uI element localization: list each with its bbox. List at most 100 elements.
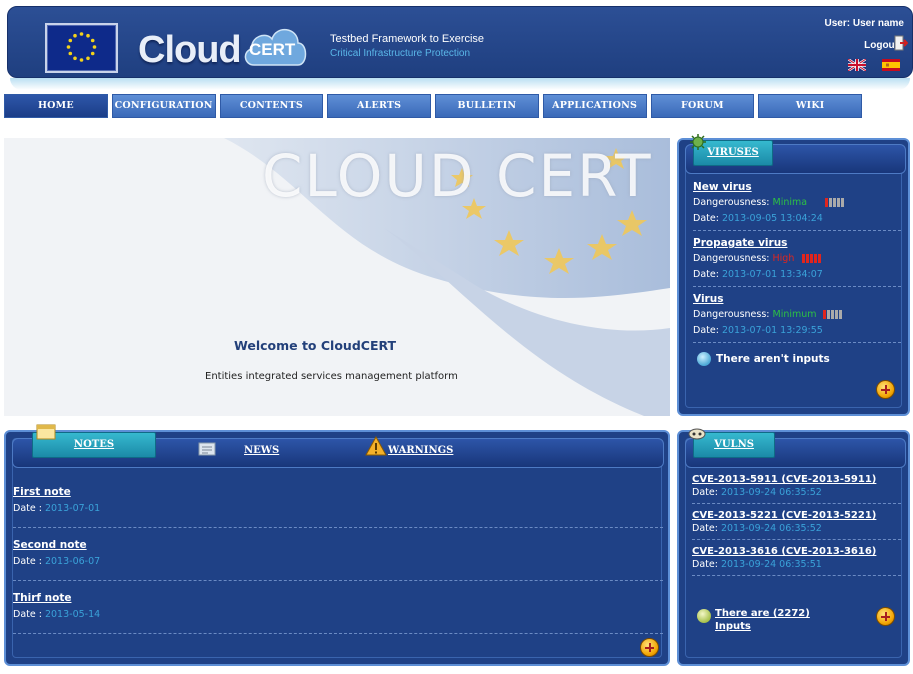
danger-value: Minima bbox=[772, 197, 808, 208]
divider bbox=[13, 633, 663, 634]
note-icon bbox=[36, 424, 56, 440]
nav-alerts[interactable]: ALERTS bbox=[327, 94, 431, 118]
vuln-item-date: Date: 2013-09-24 06:35:52 bbox=[692, 487, 822, 498]
date-value: 2013-07-01 13:29:55 bbox=[721, 325, 823, 336]
divider bbox=[692, 575, 901, 576]
header-glow bbox=[10, 78, 910, 90]
welcome-subtitle: Entities integrated services management … bbox=[205, 371, 458, 382]
logout-link[interactable]: Logout bbox=[864, 40, 898, 51]
warning-icon bbox=[365, 436, 387, 456]
danger-value: High bbox=[772, 253, 795, 264]
note-item-title[interactable]: Thirf note bbox=[13, 592, 71, 604]
virus-item-date: Date: 2013-07-01 13:29:55 bbox=[693, 325, 823, 336]
vuln-item-title[interactable]: CVE-2013-5911 (CVE-2013-5911) bbox=[692, 474, 876, 485]
virus-item-danger: Dangerousness: Minima bbox=[693, 197, 845, 208]
virus-item-danger: Dangerousness: Minimum bbox=[693, 309, 842, 320]
date-value: 2013-05-14 bbox=[44, 609, 101, 620]
nav-configuration[interactable]: CONFIGURATION bbox=[111, 94, 216, 118]
nav-contents[interactable]: CONTENTS bbox=[219, 94, 324, 118]
viruses-panel: VIRUSES New virus Dangerousness: Minima … bbox=[677, 134, 910, 416]
divider bbox=[13, 527, 663, 528]
virus-item-title[interactable]: New virus bbox=[693, 181, 752, 193]
vuln-item-date: Date: 2013-09-24 06:35:51 bbox=[692, 559, 822, 570]
tab-news[interactable]: NEWS bbox=[244, 445, 279, 456]
spain-flag-icon[interactable] bbox=[882, 59, 900, 71]
cloudcert-logo[interactable]: Cloud CERT bbox=[138, 21, 308, 77]
virus-item-danger: Dangerousness: High bbox=[693, 253, 822, 264]
user-label: User: User name bbox=[824, 18, 904, 29]
date-value: 2013-09-05 13:04:24 bbox=[721, 213, 823, 224]
divider bbox=[693, 342, 901, 343]
vuln-item-title[interactable]: CVE-2013-3616 (CVE-2013-3616) bbox=[692, 546, 876, 557]
tagline-line2: Critical Infrastructure Protection bbox=[330, 48, 471, 59]
tab-warnings[interactable]: WARNINGS bbox=[388, 445, 453, 456]
info-icon bbox=[697, 352, 711, 366]
vuln-item-title[interactable]: CVE-2013-5221 (CVE-2013-5221) bbox=[692, 510, 876, 521]
viruses-more-button[interactable] bbox=[876, 380, 895, 399]
nav-home[interactable]: HOME bbox=[4, 94, 108, 118]
notes-panel-frame bbox=[12, 438, 662, 658]
date-value: 2013-09-24 06:35:52 bbox=[720, 487, 822, 498]
nav-forum[interactable]: FORUM bbox=[650, 94, 755, 118]
vulns-more-button[interactable] bbox=[876, 607, 895, 626]
note-item-date: Date : 2013-06-07 bbox=[13, 556, 100, 567]
logo-badge: CERT bbox=[249, 40, 296, 59]
logo-word: Cloud bbox=[138, 29, 242, 71]
note-item-title[interactable]: Second note bbox=[13, 539, 87, 551]
date-value: 2013-09-24 06:35:52 bbox=[720, 523, 822, 534]
info-icon bbox=[697, 609, 711, 623]
vulns-panel: VULNS CVE-2013-5911 (CVE-2013-5911) Date… bbox=[677, 428, 910, 666]
date-label: Date: bbox=[693, 269, 719, 280]
virus-item-title[interactable]: Virus bbox=[693, 293, 723, 305]
date-label: Date : bbox=[13, 609, 42, 620]
logout-icon[interactable] bbox=[894, 35, 908, 51]
notes-panel: NOTES NEWS WARNINGS First note Date : 20… bbox=[4, 424, 670, 666]
danger-level-bars bbox=[824, 197, 845, 208]
virus-icon bbox=[690, 134, 706, 150]
divider bbox=[692, 503, 901, 504]
date-label: Date : bbox=[13, 503, 42, 514]
vulns-count-link-suffix[interactable]: Inputs bbox=[715, 621, 751, 632]
welcome-heading: Welcome to CloudCERT bbox=[234, 338, 397, 353]
date-value: 2013-09-24 06:35:51 bbox=[720, 559, 822, 570]
notes-more-button[interactable] bbox=[640, 638, 659, 657]
date-label: Date: bbox=[693, 325, 719, 336]
danger-label: Dangerousness: bbox=[693, 253, 770, 264]
divider bbox=[693, 230, 901, 231]
vuln-item-date: Date: 2013-09-24 06:35:52 bbox=[692, 523, 822, 534]
date-label: Date: bbox=[693, 213, 719, 224]
divider bbox=[693, 286, 901, 287]
date-label: Date: bbox=[692, 487, 718, 498]
vulns-count-link[interactable]: There are (2272) bbox=[715, 608, 810, 619]
divider bbox=[13, 580, 663, 581]
main-nav: HOME CONFIGURATION CONTENTS ALERTS BULLE… bbox=[4, 94, 862, 118]
date-value: 2013-07-01 bbox=[44, 503, 101, 514]
danger-label: Dangerousness: bbox=[693, 197, 770, 208]
virus-item-title[interactable]: Propagate virus bbox=[693, 237, 787, 249]
date-label: Date: bbox=[692, 523, 718, 534]
header: Cloud CERT Testbed Framework to Exercise… bbox=[7, 6, 913, 78]
danger-label: Dangerousness: bbox=[693, 309, 770, 320]
tagline-line1: Testbed Framework to Exercise bbox=[330, 33, 485, 45]
danger-level-bars bbox=[801, 253, 822, 264]
note-item-date: Date : 2013-05-14 bbox=[13, 609, 100, 620]
nav-wiki[interactable]: WIKI bbox=[758, 94, 862, 118]
virus-item-date: Date: 2013-07-01 13:34:07 bbox=[693, 269, 823, 280]
date-value: 2013-07-01 13:34:07 bbox=[721, 269, 823, 280]
date-value: 2013-06-07 bbox=[44, 556, 101, 567]
danger-level-bars bbox=[822, 309, 842, 320]
hero-banner-text: CLOUD CERT bbox=[262, 142, 653, 210]
page: Cloud CERT Testbed Framework to Exercise… bbox=[0, 0, 913, 674]
viruses-empty-text: There aren't inputs bbox=[716, 353, 830, 365]
nav-applications[interactable]: APPLICATIONS bbox=[542, 94, 647, 118]
divider bbox=[692, 539, 901, 540]
news-icon bbox=[198, 442, 216, 456]
date-label: Date: bbox=[692, 559, 718, 570]
nav-bulletin[interactable]: BULLETIN bbox=[435, 94, 539, 118]
note-item-title[interactable]: First note bbox=[13, 486, 71, 498]
uk-flag-icon[interactable] bbox=[848, 59, 866, 71]
date-label: Date : bbox=[13, 556, 42, 567]
bug-icon bbox=[688, 428, 706, 440]
danger-value: Minimum bbox=[772, 309, 817, 320]
eu-flag-logo bbox=[45, 23, 118, 73]
